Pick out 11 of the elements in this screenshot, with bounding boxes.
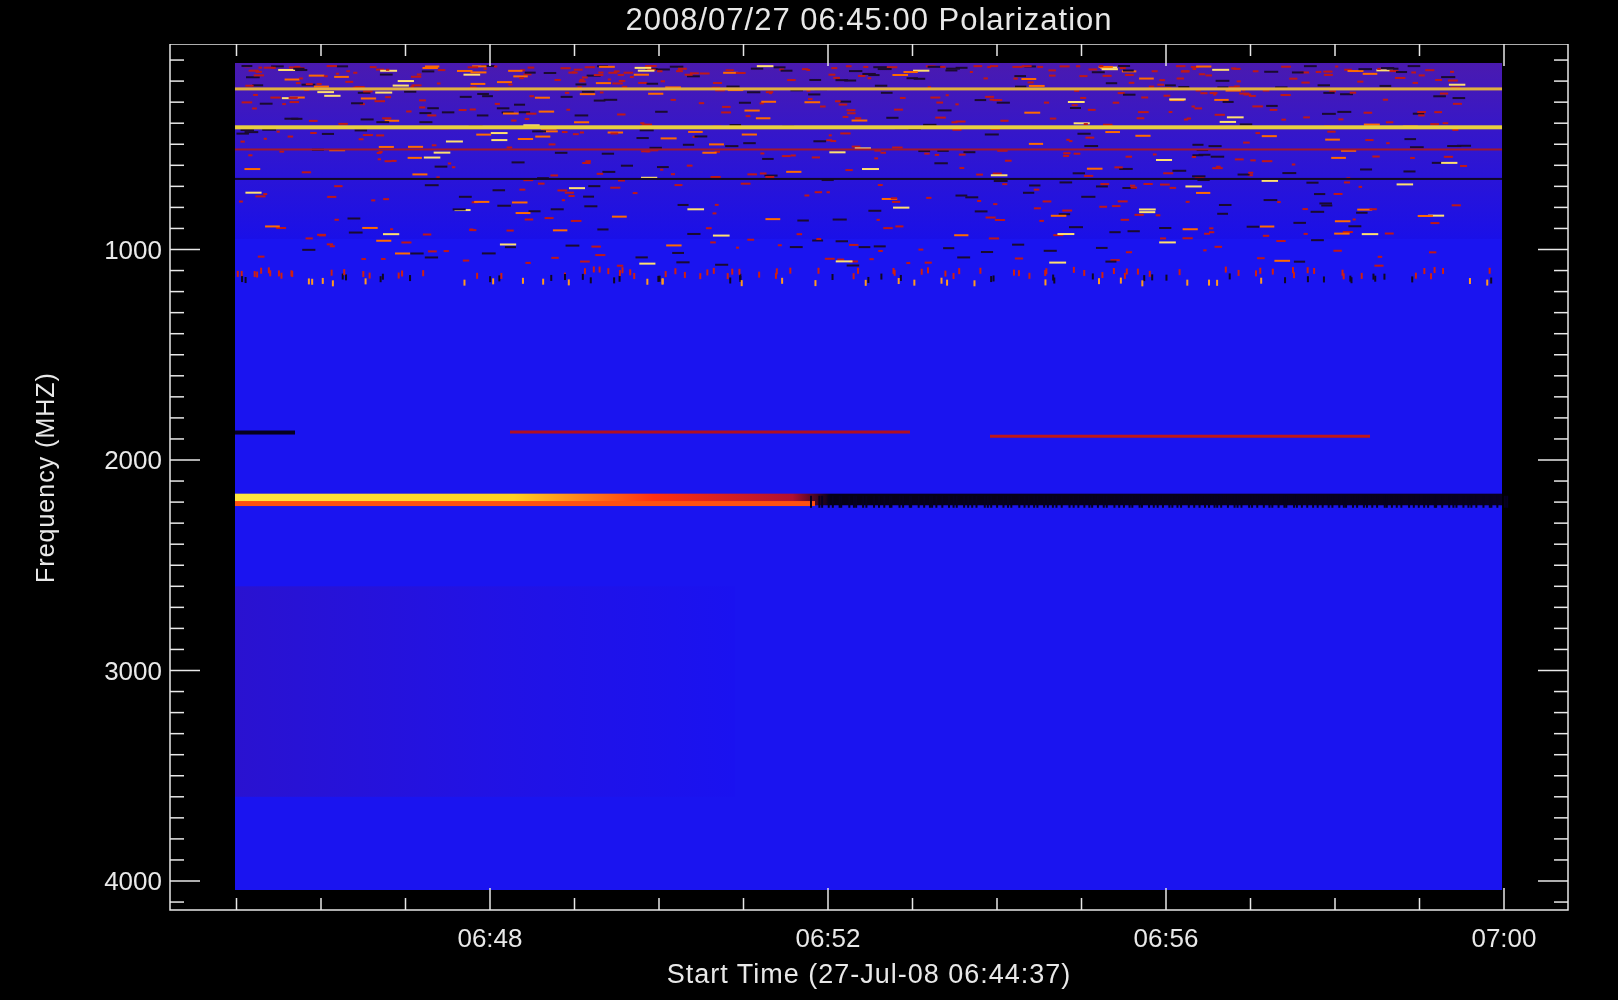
y-axis-label: Frequency (MHZ): [30, 371, 60, 583]
x-axis-label: Start Time (27-Jul-08 06:44:37): [666, 959, 1072, 989]
tick-label: 06:56: [1133, 923, 1199, 953]
tick-label: 3000: [104, 655, 162, 686]
tick-label: 07:00: [1471, 923, 1537, 953]
tick-label: 1000: [104, 234, 162, 265]
tick-label: 06:48: [457, 923, 523, 953]
tick-label: 06:52: [795, 923, 861, 953]
tick-label: 2000: [104, 445, 162, 475]
tick-label: 4000: [104, 866, 162, 896]
plot-title: 2008/07/27 06:45:00 Polarization: [625, 1, 1113, 39]
